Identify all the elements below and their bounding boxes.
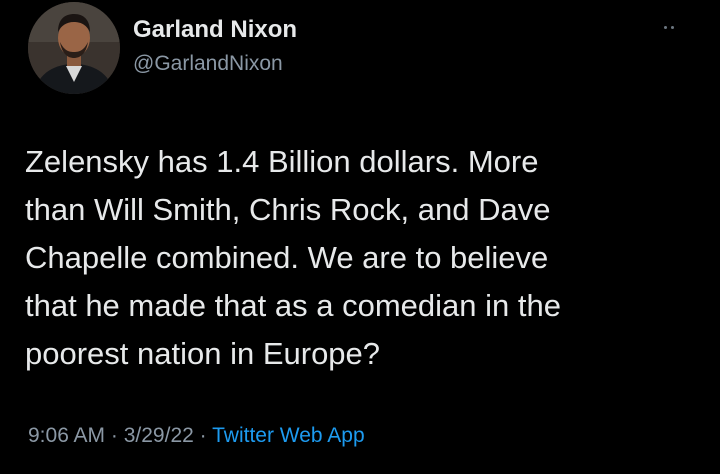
tweet-date[interactable]: 3/29/22 [124, 424, 194, 447]
tweet-metadata: 9:06 AM · 3/29/22 · Twitter Web App [28, 424, 365, 448]
author-avatar[interactable] [28, 2, 120, 94]
more-options-icon[interactable] [664, 23, 686, 31]
author-display-name[interactable]: Garland Nixon [133, 16, 297, 44]
tweet-text-line: Zelensky has 1.4 Billion dollars. More [25, 144, 539, 179]
meta-separator: · [193, 424, 213, 447]
meta-separator: · [105, 424, 124, 447]
tweet-text-line: poorest nation in Europe? [25, 336, 381, 371]
dot-icon [671, 25, 674, 29]
tweet-text-line: than Will Smith, Chris Rock, and Dave [25, 192, 551, 227]
tweet-time[interactable]: 9:06 AM [28, 424, 105, 447]
tweet-text: Zelensky has 1.4 Billion dollars. More t… [25, 138, 705, 378]
avatar-image [28, 2, 120, 94]
dot-icon [664, 25, 667, 29]
tweet-text-line: Chapelle combined. We are to believe [25, 240, 549, 275]
tweet-source-link[interactable]: Twitter Web App [212, 424, 365, 447]
author-handle[interactable]: @GarlandNixon [133, 52, 283, 76]
tweet-card: Garland Nixon @GarlandNixon Zelensky has… [0, 0, 720, 474]
tweet-text-line: that he made that as a comedian in the [25, 288, 561, 323]
